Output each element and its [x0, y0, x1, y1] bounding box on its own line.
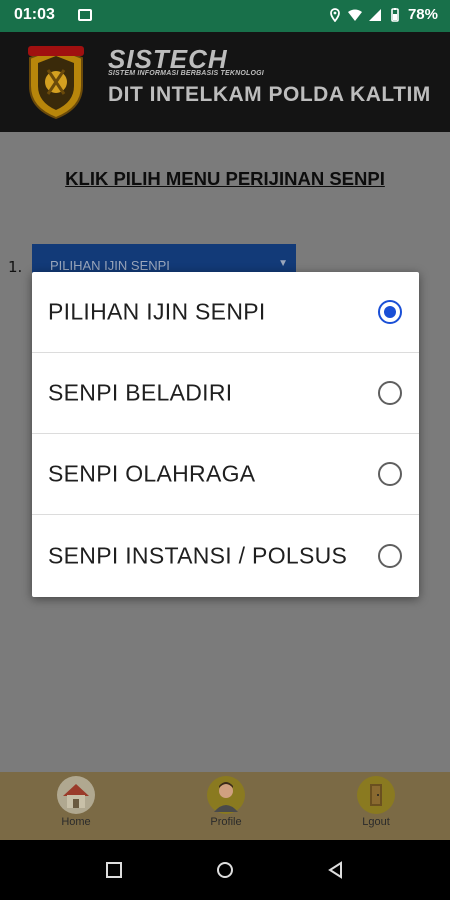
brand-block: SISTECH SISTEM INFORMASI BERBASIS TEKNOL… [108, 46, 431, 107]
back-icon[interactable] [326, 860, 346, 880]
battery-icon [391, 7, 399, 22]
radio-unselected-icon[interactable] [378, 381, 402, 405]
status-time: 01:03 [14, 6, 55, 23]
nav-logout[interactable]: Lgout [336, 776, 416, 828]
battery-percent: 78% [407, 6, 438, 23]
option-label: SENPI INSTANSI / POLSUS [48, 542, 348, 568]
app-header: SISTECH SISTEM INFORMASI BERBASIS TEKNOL… [0, 32, 450, 132]
home-icon [57, 776, 95, 814]
logout-icon [357, 776, 395, 814]
spinner-label: PILIHAN IJIN SENPI [50, 258, 170, 273]
radio-selected-icon[interactable] [378, 300, 402, 324]
option-label: SENPI OLAHRAGA [48, 460, 256, 487]
radio-unselected-icon[interactable] [378, 543, 402, 568]
police-emblem-logo [28, 46, 84, 120]
option-label: PILIHAN IJIN SENPI [48, 298, 266, 325]
page-title: KLIK PILIH MENU PERIJINAN SENPI [65, 168, 385, 189]
option-pilihan-ijin-senpi[interactable]: PILIHAN IJIN SENPI [32, 272, 419, 353]
nav-profile-label: Profile [210, 816, 242, 828]
bottom-navigation: Home Profile Lgout [0, 772, 450, 840]
system-navigation-bar [0, 840, 450, 900]
organization-name: DIT INTELKAM POLDA KALTIM [108, 83, 431, 106]
brand-subtitle: SISTEM INFORMASI BERBASIS TEKNOLOGI [108, 70, 264, 77]
option-senpi-instansi-polsus[interactable]: SENPI INSTANSI / POLSUS [32, 515, 419, 596]
option-senpi-beladiri[interactable]: SENPI BELADIRI [32, 353, 419, 434]
row-number: 1. [8, 258, 23, 276]
recent-apps-icon[interactable] [104, 860, 124, 880]
permit-options-dialog: PILIHAN IJIN SENPI SENPI BELADIRI SENPI … [32, 272, 419, 597]
home-circle-icon[interactable] [215, 860, 235, 880]
signal-icon [368, 8, 381, 21]
location-icon [330, 7, 340, 22]
status-bar: 01:03 78% [0, 0, 450, 32]
wifi-icon [347, 9, 362, 21]
option-label: SENPI BELADIRI [48, 379, 233, 406]
nav-home-label: Home [61, 816, 91, 828]
profile-icon [207, 776, 245, 814]
nav-home[interactable]: Home [36, 776, 116, 828]
option-senpi-olahraga[interactable]: SENPI OLAHRAGA [32, 434, 419, 515]
radio-unselected-icon[interactable] [378, 462, 402, 486]
status-icons: 78% [328, 6, 438, 23]
brand-name: SISTECH [108, 44, 228, 74]
dropdown-arrow-icon: ▼ [278, 258, 288, 269]
nav-profile[interactable]: Profile [186, 776, 266, 828]
nav-logout-label: Lgout [362, 816, 390, 828]
image-notification-icon [78, 9, 92, 21]
